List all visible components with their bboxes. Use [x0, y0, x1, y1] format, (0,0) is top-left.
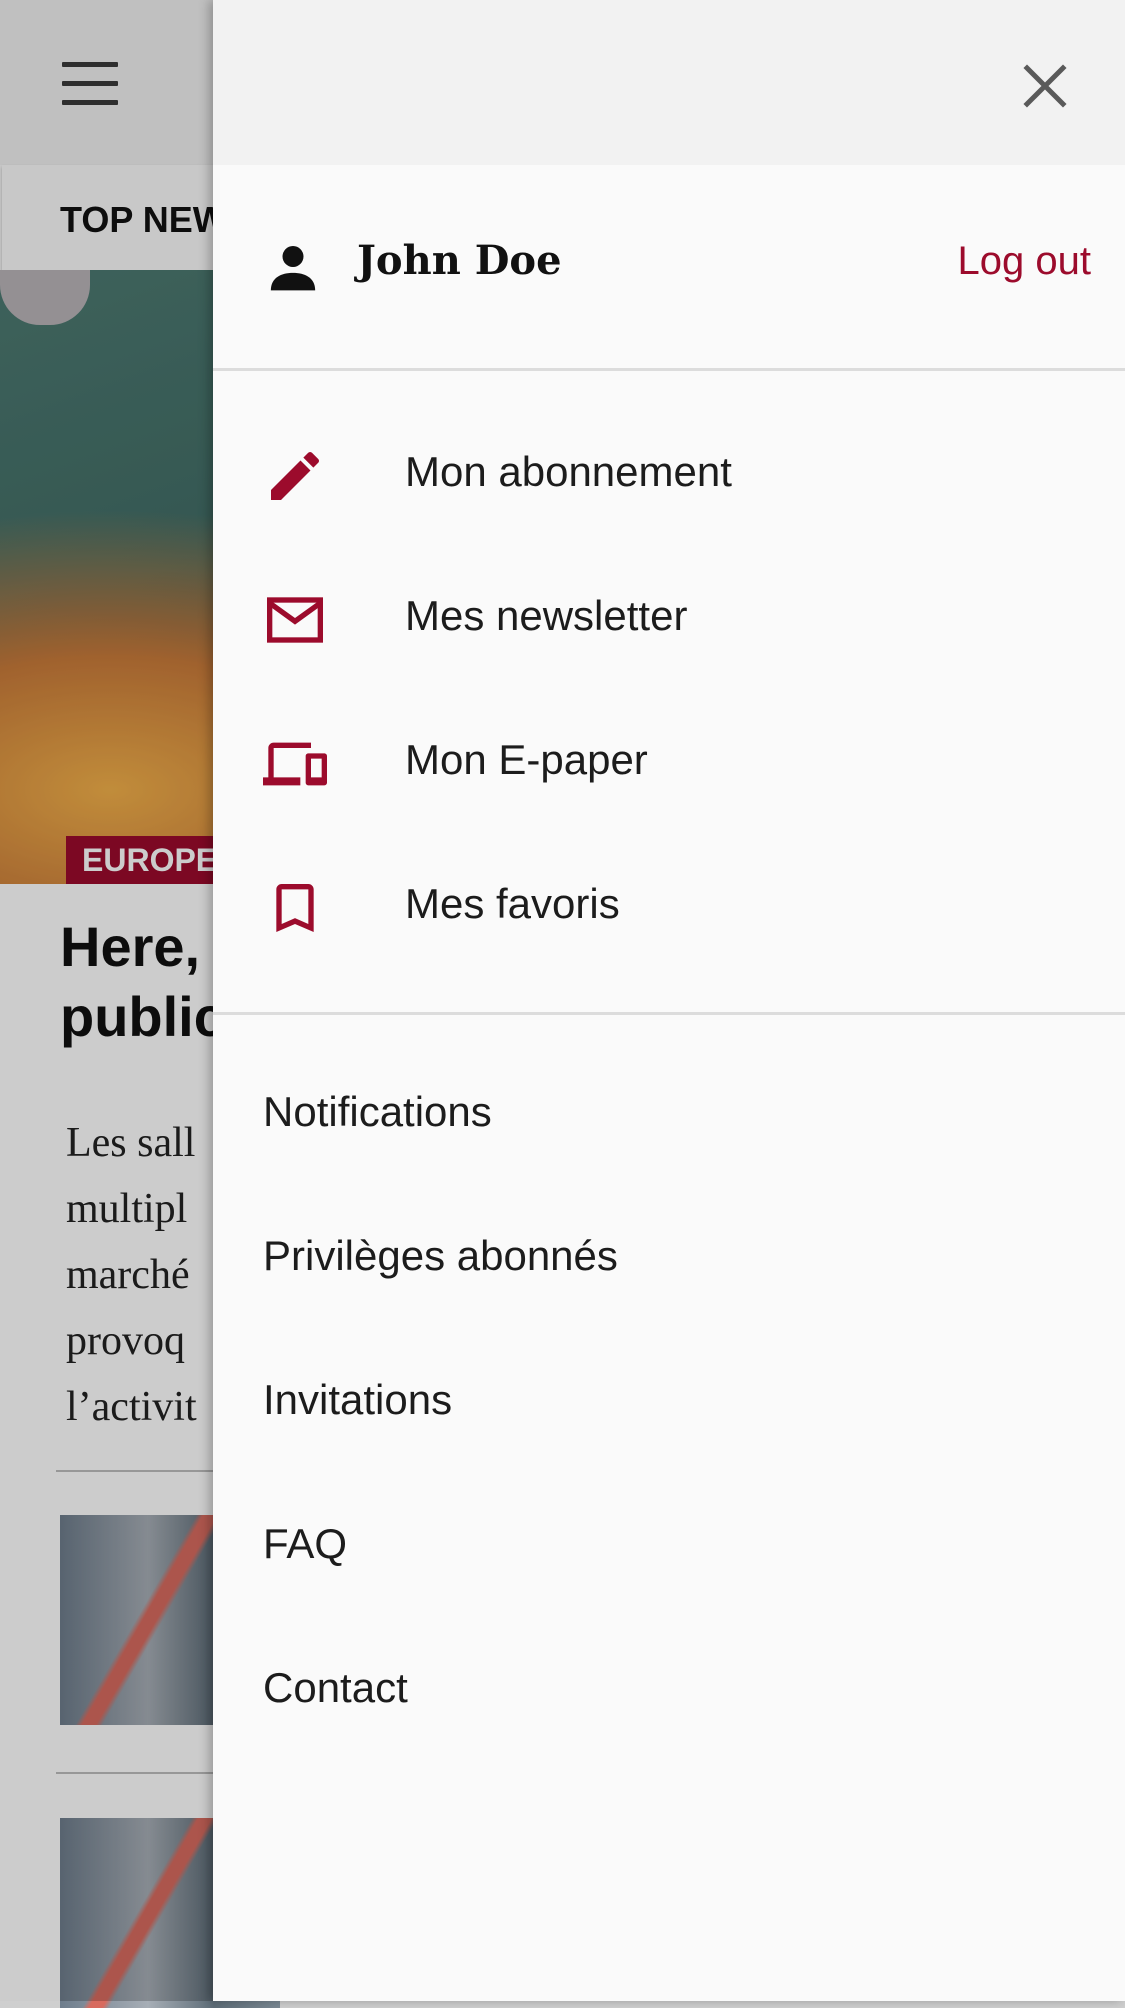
drawer-header	[213, 0, 1125, 165]
pencil-icon	[263, 444, 327, 508]
envelope-icon	[263, 588, 327, 652]
drawer-divider	[213, 1012, 1125, 1015]
user-row: John Doe Log out	[213, 165, 1125, 369]
menu-link-contact[interactable]: Contact	[213, 1620, 1125, 1764]
menu-item-mes-newsletter[interactable]: Mes newsletter	[213, 548, 1125, 692]
menu-item-label: Mes newsletter	[405, 592, 688, 639]
menu-link-label: Privilèges abonnés	[263, 1232, 618, 1279]
logout-link[interactable]: Log out	[958, 239, 1091, 284]
menu-item-label: Mon E-paper	[405, 736, 648, 783]
close-icon[interactable]	[1017, 58, 1073, 114]
devices-icon	[263, 732, 327, 796]
drawer-divider	[213, 368, 1125, 371]
menu-link-notifications[interactable]: Notifications	[213, 1044, 1125, 1188]
menu-item-mon-abonnement[interactable]: Mon abonnement	[213, 404, 1125, 548]
menu-link-label: Notifications	[263, 1088, 492, 1135]
user-name: John Doe	[357, 237, 562, 284]
navigation-drawer: John Doe Log out Mon abonnement Mes news…	[213, 0, 1125, 2001]
menu-link-label: Invitations	[263, 1376, 453, 1423]
menu-item-mon-e-paper[interactable]: Mon E-paper	[213, 692, 1125, 836]
menu-item-label: Mes favoris	[405, 880, 620, 927]
menu-link-label: Contact	[263, 1664, 408, 1711]
person-icon	[265, 239, 321, 295]
menu-link-privileges-abonnes[interactable]: Privilèges abonnés	[213, 1188, 1125, 1332]
menu-link-label: FAQ	[263, 1520, 348, 1567]
menu-item-label: Mon abonnement	[405, 448, 732, 495]
bookmark-icon	[263, 876, 327, 940]
menu-item-mes-favoris[interactable]: Mes favoris	[213, 836, 1125, 980]
menu-link-invitations[interactable]: Invitations	[213, 1332, 1125, 1476]
menu-link-faq[interactable]: FAQ	[213, 1476, 1125, 1620]
